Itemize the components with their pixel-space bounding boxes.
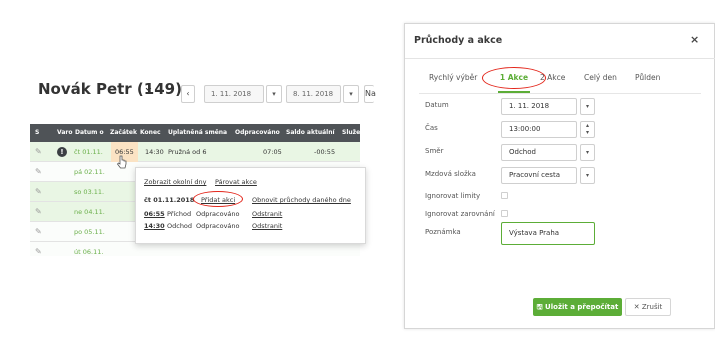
save-and-recalculate-button[interactable]: 🖫 Uložit a přepočítat bbox=[533, 298, 622, 316]
grid-header: S Varo Datum o Začátek Konec Uplatněná s… bbox=[30, 124, 360, 142]
row-worked: 07:05 bbox=[263, 148, 282, 156]
table-row[interactable]: ✎ út 06.11. bbox=[30, 242, 360, 256]
ignore-rounding-checkbox[interactable] bbox=[501, 210, 508, 217]
tab-bar: Rychlý výběr 1 Akce 2 Akce Celý den Půld… bbox=[419, 67, 701, 94]
entry-type: Příchod bbox=[167, 210, 192, 218]
row-end: 14:30 bbox=[145, 148, 164, 156]
time-label: Čas bbox=[425, 124, 438, 132]
row-date: pá 02.11. bbox=[74, 168, 105, 176]
entry-status: Odpracováno bbox=[196, 210, 240, 218]
time-field[interactable]: 13:00:00 bbox=[501, 121, 577, 138]
row-date: čt 01.11. bbox=[74, 148, 103, 156]
pencil-icon[interactable]: ✎ bbox=[35, 202, 42, 222]
dialog-title: Průchody a akce bbox=[414, 35, 503, 46]
col-konec[interactable]: Konec bbox=[140, 124, 161, 142]
pencil-icon[interactable]: ✎ bbox=[35, 142, 42, 162]
date-to-field[interactable]: 8. 11. 2018 bbox=[286, 85, 341, 103]
cancel-button[interactable]: ✕ Zrušit bbox=[625, 298, 671, 316]
wage-component-dropdown-icon[interactable]: ▾ bbox=[580, 167, 595, 184]
wage-component-select[interactable]: Pracovní cesta bbox=[501, 167, 577, 184]
pencil-icon[interactable]: ✎ bbox=[35, 242, 42, 256]
col-s[interactable]: S bbox=[35, 124, 39, 142]
close-icon: ✕ bbox=[633, 303, 640, 311]
save-icon: 🖫 bbox=[536, 303, 543, 311]
remove-entry-link[interactable]: Odstranit bbox=[252, 222, 282, 230]
direction-label: Směr bbox=[425, 147, 444, 155]
direction-dropdown-icon[interactable]: ▾ bbox=[580, 144, 595, 161]
save-button-label: Uložit a přepočítat bbox=[545, 303, 619, 311]
attendance-panel: Novák Petr (149) ⌄ ‹ 1. 11. 2018 ▾ 8. 11… bbox=[0, 0, 376, 340]
tab-2-actions[interactable]: 2 Akce bbox=[540, 71, 565, 93]
day-actions-popup: Zobrazit okolní dny Párovat akce čt 01.1… bbox=[135, 167, 366, 244]
col-smena[interactable]: Uplatněná směna bbox=[168, 124, 227, 142]
pencil-icon[interactable]: ✎ bbox=[35, 162, 42, 182]
col-zacatek[interactable]: Začátek bbox=[110, 124, 137, 142]
date-to-dropdown[interactable]: ▾ bbox=[343, 85, 359, 103]
pair-actions-link[interactable]: Párovat akce bbox=[215, 178, 257, 186]
highlight-oval bbox=[482, 67, 546, 89]
close-icon[interactable]: × bbox=[690, 33, 699, 46]
pencil-icon[interactable]: ✎ bbox=[35, 182, 42, 202]
row-date: so 03.11. bbox=[74, 188, 105, 196]
table-row[interactable]: ✎ ! čt 01.11. 06:55 14:30 Pružná od 6 07… bbox=[30, 142, 360, 162]
tab-quick-select[interactable]: Rychlý výběr bbox=[429, 71, 477, 93]
chevron-down-icon[interactable]: ⌄ bbox=[143, 80, 154, 95]
tab-half-day[interactable]: Půlden bbox=[635, 71, 660, 93]
col-saldo[interactable]: Saldo aktuální bbox=[286, 124, 335, 142]
popup-date: čt 01.11.2018 bbox=[144, 196, 195, 204]
note-textarea[interactable]: Výstava Praha bbox=[501, 222, 595, 245]
remove-entry-link[interactable]: Odstranit bbox=[252, 210, 282, 218]
restore-passages-link[interactable]: Obnovit průchody daného dne bbox=[252, 196, 351, 204]
date-from-dropdown[interactable]: ▾ bbox=[266, 85, 282, 103]
col-sluzebni[interactable]: Služební ces bbox=[342, 124, 360, 142]
pencil-icon[interactable]: ✎ bbox=[35, 222, 42, 242]
wage-component-label: Mzdová složka bbox=[425, 170, 476, 178]
row-shift: Pružná od 6 bbox=[168, 148, 207, 156]
row-date: po 05.11. bbox=[74, 228, 105, 236]
col-odpracovano[interactable]: Odpracováno bbox=[235, 124, 280, 142]
info-icon[interactable]: ! bbox=[57, 147, 67, 157]
col-datum[interactable]: Datum o bbox=[75, 124, 107, 142]
time-stepper-icon[interactable]: ▴ ▾ bbox=[580, 121, 595, 138]
ignore-limits-checkbox[interactable] bbox=[501, 192, 508, 199]
entry-status: Odpracováno bbox=[196, 222, 240, 230]
employee-name: Novák Petr (149) bbox=[38, 80, 182, 98]
divider bbox=[405, 58, 715, 59]
row-date: ne 04.11. bbox=[74, 208, 105, 216]
col-varo[interactable]: Varo bbox=[57, 124, 73, 142]
entry-type: Odchod bbox=[167, 222, 193, 230]
date-label: Datum bbox=[425, 101, 449, 109]
date-dropdown-icon[interactable]: ▾ bbox=[580, 98, 595, 115]
date-field[interactable]: 1. 11. 2018 bbox=[501, 98, 577, 115]
row-date: út 06.11. bbox=[74, 248, 104, 256]
cancel-button-label: Zrušit bbox=[641, 303, 663, 311]
direction-select[interactable]: Odchod bbox=[501, 144, 577, 161]
date-from-field[interactable]: 1. 11. 2018 bbox=[204, 85, 264, 103]
show-nearby-days-link[interactable]: Zobrazit okolní dny bbox=[144, 178, 206, 186]
hand-cursor-icon bbox=[116, 155, 127, 169]
passages-and-actions-dialog: Průchody a akce × Rychlý výběr 1 Akce 2 … bbox=[404, 23, 715, 329]
entry-time: 06:55 bbox=[144, 210, 165, 218]
tab-full-day[interactable]: Celý den bbox=[584, 71, 617, 93]
ignore-limits-label: Ignorovat limity bbox=[425, 192, 481, 200]
highlight-oval bbox=[193, 191, 243, 207]
toolbar-more-button[interactable]: Na bbox=[364, 85, 376, 103]
prev-period-button[interactable]: ‹ bbox=[181, 85, 195, 103]
row-saldo: -00:55 bbox=[314, 148, 336, 156]
entry-time: 14:30 bbox=[144, 222, 165, 230]
note-label: Poznámka bbox=[425, 228, 461, 236]
ignore-rounding-label: Ignorovat zarovnání bbox=[425, 210, 495, 218]
